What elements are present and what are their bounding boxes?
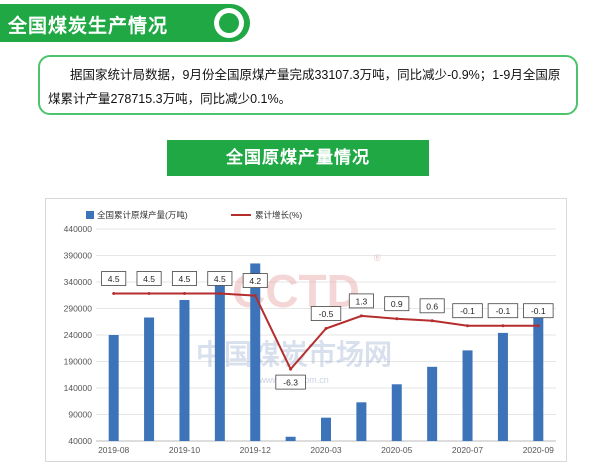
x-tick-label: 2020-07 — [452, 445, 483, 455]
legend-label-line: 累计增长(%) — [255, 210, 302, 220]
bar — [356, 402, 367, 441]
circle-icon — [214, 8, 244, 38]
x-tick-label: 2019-08 — [98, 445, 129, 455]
bar — [533, 314, 544, 441]
line-point — [395, 317, 399, 321]
line-point — [536, 324, 540, 328]
data-label: 4.5 — [179, 274, 191, 284]
bar — [214, 283, 225, 441]
line-point — [501, 324, 505, 328]
legend-label-bars: 全国累计原煤产量(万吨) — [97, 210, 188, 220]
y-tick-label: 190000 — [64, 357, 93, 367]
data-label: 0.9 — [391, 299, 403, 309]
summary-box: 据国家统计局数据，9月份全国原煤产量完成33107.3万吨，同比减少-0.9%；… — [38, 55, 578, 115]
y-tick-label: 290000 — [64, 304, 93, 314]
x-tick-label: 2020-03 — [310, 445, 341, 455]
y-tick-label: 240000 — [64, 330, 93, 340]
bar — [285, 436, 296, 441]
watermark-registered: ® — [374, 253, 381, 263]
data-label: 4.5 — [214, 274, 226, 284]
line-point — [430, 319, 434, 323]
bar — [321, 417, 331, 441]
y-tick-label: 40000 — [68, 436, 92, 446]
header-banner: 全国煤炭生产情况 — [0, 4, 250, 42]
line-point — [218, 292, 222, 295]
data-label: -0.1 — [531, 306, 546, 316]
y-tick-label: 90000 — [68, 410, 92, 420]
line-point — [324, 327, 328, 330]
line-point — [359, 314, 363, 318]
line-point — [466, 324, 470, 328]
data-label: 4.2 — [249, 276, 261, 286]
x-tick-label: 2020-09 — [523, 445, 554, 455]
line-point — [112, 292, 116, 295]
bar — [179, 300, 190, 441]
y-tick-label: 340000 — [64, 277, 93, 287]
page-title: 全国煤炭生产情况 — [8, 16, 169, 37]
line-point — [253, 294, 257, 298]
bar — [391, 384, 402, 441]
y-tick-label: 140000 — [64, 383, 93, 393]
legend-swatch-bars — [86, 211, 94, 219]
x-tick-label: 2020-05 — [381, 445, 412, 455]
data-label: -0.1 — [460, 306, 475, 316]
y-tick-label: 390000 — [64, 251, 93, 261]
data-label: 4.5 — [108, 274, 120, 284]
x-tick-label: 2019-10 — [169, 445, 200, 455]
data-label: -0.1 — [496, 306, 511, 316]
bar — [427, 366, 438, 441]
section-title: 全国原煤产量情况 — [167, 140, 429, 176]
summary-text: 据国家统计局数据，9月份全国原煤产量完成33107.3万吨，同比减少-0.9%；… — [48, 68, 561, 106]
bar — [462, 350, 473, 441]
bar — [108, 335, 119, 441]
line-point — [147, 292, 151, 295]
line-point — [289, 367, 293, 371]
bar — [144, 317, 155, 441]
chart-frame: 40000 90000 140000 190000 240000 290000 340000… — [45, 198, 567, 462]
data-label: 4.5 — [143, 274, 155, 284]
y-tick-label: 440000 — [64, 224, 93, 234]
data-label: 0.6 — [426, 301, 438, 311]
data-label: 1.3 — [355, 296, 367, 306]
bar — [497, 332, 508, 441]
bar — [250, 263, 261, 441]
x-tick-label: 2019-12 — [240, 445, 271, 455]
data-label: -0.5 — [319, 309, 334, 319]
production-chart: 40000 90000 140000 190000 240000 290000 340000… — [64, 210, 556, 455]
data-label: -6.3 — [283, 378, 298, 388]
line-point — [182, 292, 186, 295]
